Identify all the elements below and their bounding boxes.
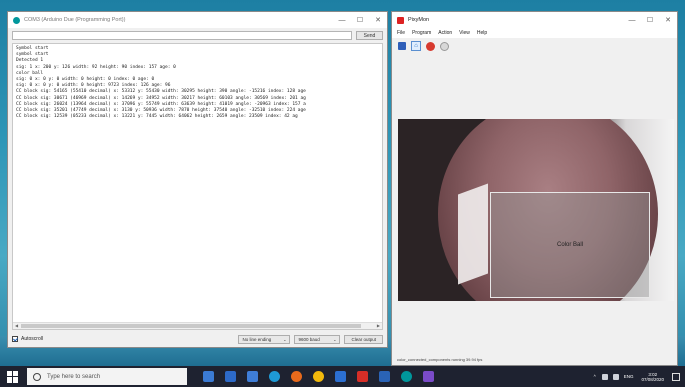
language-indicator[interactable]: ENG	[624, 374, 634, 379]
baud-select[interactable]: 9600 baud ⌄	[294, 334, 341, 344]
menu-file[interactable]: File	[397, 30, 405, 36]
menu-program[interactable]: Program	[412, 30, 431, 36]
scrollbar-thumb[interactable]	[21, 324, 361, 328]
autoscroll-label: Autoscroll	[21, 336, 43, 342]
menu-help[interactable]: Help	[477, 30, 487, 36]
detection-box: Color Ball	[490, 192, 650, 298]
detection-label: Color Ball	[556, 242, 583, 248]
serial-monitor-titlebar[interactable]: COM3 (Arduino Due (Programming Port)) — …	[8, 12, 387, 28]
serial-output[interactable]: Symbol start symbol start Detected 1 sig: 1…	[12, 43, 383, 330]
mail-icon[interactable]	[247, 371, 258, 382]
app-icon[interactable]	[379, 371, 390, 382]
pixymon-app-icon	[397, 16, 404, 24]
store-icon[interactable]	[225, 371, 236, 382]
pixymon-menubar: File Program Action View Help	[392, 28, 677, 38]
scroll-right-icon[interactable]: ▶	[377, 323, 380, 328]
pixymon-window[interactable]: PixyMon — ☐ ✕ File Program Action View H…	[391, 11, 678, 366]
chrome-icon[interactable]	[313, 371, 324, 382]
windows-start-icon[interactable]	[7, 370, 19, 383]
stop-icon[interactable]	[398, 42, 406, 50]
serial-line: CC block sig: 12539 (05233 decimal) x: 1…	[16, 114, 298, 120]
send-button[interactable]: Send	[356, 31, 383, 40]
network-icon[interactable]	[601, 373, 608, 380]
pixymon-taskbar-icon[interactable]	[357, 371, 368, 382]
clock[interactable]: 3:02 07/08/2020	[641, 372, 664, 382]
menu-view[interactable]: View	[459, 30, 470, 36]
baud-value: 9600 baud	[298, 336, 320, 342]
serial-monitor-title: COM3 (Arduino Due (Programming Port))	[24, 17, 126, 23]
volume-icon[interactable]	[612, 373, 619, 380]
line-ending-select[interactable]: No line ending ⌄	[238, 334, 291, 344]
pixymon-toolbar: ⌂	[392, 38, 677, 54]
minimize-button[interactable]: —	[623, 12, 641, 28]
task-view-icon[interactable]	[203, 371, 214, 382]
maximize-button[interactable]: ☐	[641, 12, 659, 28]
clear-output-button[interactable]: Clear output	[344, 334, 383, 344]
raw-video-icon[interactable]	[426, 41, 435, 51]
chevron-down-icon: ⌄	[333, 336, 337, 342]
arduino-taskbar-icon[interactable]	[401, 371, 412, 382]
search-placeholder: Type here to search	[47, 373, 101, 380]
menu-action[interactable]: Action	[438, 30, 452, 36]
clock-date: 07/08/2020	[641, 376, 664, 382]
search-icon	[33, 372, 41, 381]
maximize-button[interactable]: ☐	[351, 12, 369, 28]
scroll-left-icon[interactable]: ◀	[15, 323, 18, 328]
taskbar: Type here to search ^ ENG 3:02 07/08/202…	[0, 366, 685, 387]
arduino-icon	[13, 16, 20, 24]
camera-view[interactable]: Color Ball	[398, 119, 674, 301]
close-button[interactable]: ✕	[659, 12, 677, 28]
chevron-down-icon: ⌄	[283, 336, 287, 342]
explorer-icon[interactable]	[335, 371, 346, 382]
highlight	[458, 183, 488, 285]
autoscroll-checkbox[interactable]	[12, 336, 18, 342]
serial-send-input[interactable]	[12, 31, 352, 40]
media-icon[interactable]	[423, 371, 434, 382]
status-bar: color_connected_components running 39.94…	[397, 357, 483, 362]
tray-overflow-icon[interactable]: ^	[594, 374, 596, 379]
taskbar-search[interactable]: Type here to search	[27, 368, 187, 385]
taskbar-apps	[203, 371, 445, 382]
notification-icon[interactable]	[672, 372, 680, 381]
edge-icon[interactable]	[269, 371, 280, 382]
pixymon-title: PixyMon	[408, 17, 430, 23]
serial-output-text: Symbol start symbol start Detected 1 sig: 1…	[13, 44, 382, 122]
close-button[interactable]: ✕	[369, 12, 387, 28]
home-icon[interactable]: ⌂	[411, 41, 421, 51]
serial-monitor-window[interactable]: COM3 (Arduino Due (Programming Port)) — …	[7, 11, 388, 348]
pixymon-titlebar[interactable]: PixyMon — ☐ ✕	[392, 12, 677, 28]
horizontal-scrollbar[interactable]: ◀ ▶	[13, 322, 382, 329]
configure-icon[interactable]	[440, 41, 449, 51]
firefox-icon[interactable]	[291, 371, 302, 382]
line-ending-value: No line ending	[242, 336, 272, 342]
system-tray: ^ ENG 3:02 07/08/2020	[594, 372, 685, 382]
minimize-button[interactable]: —	[333, 12, 351, 28]
